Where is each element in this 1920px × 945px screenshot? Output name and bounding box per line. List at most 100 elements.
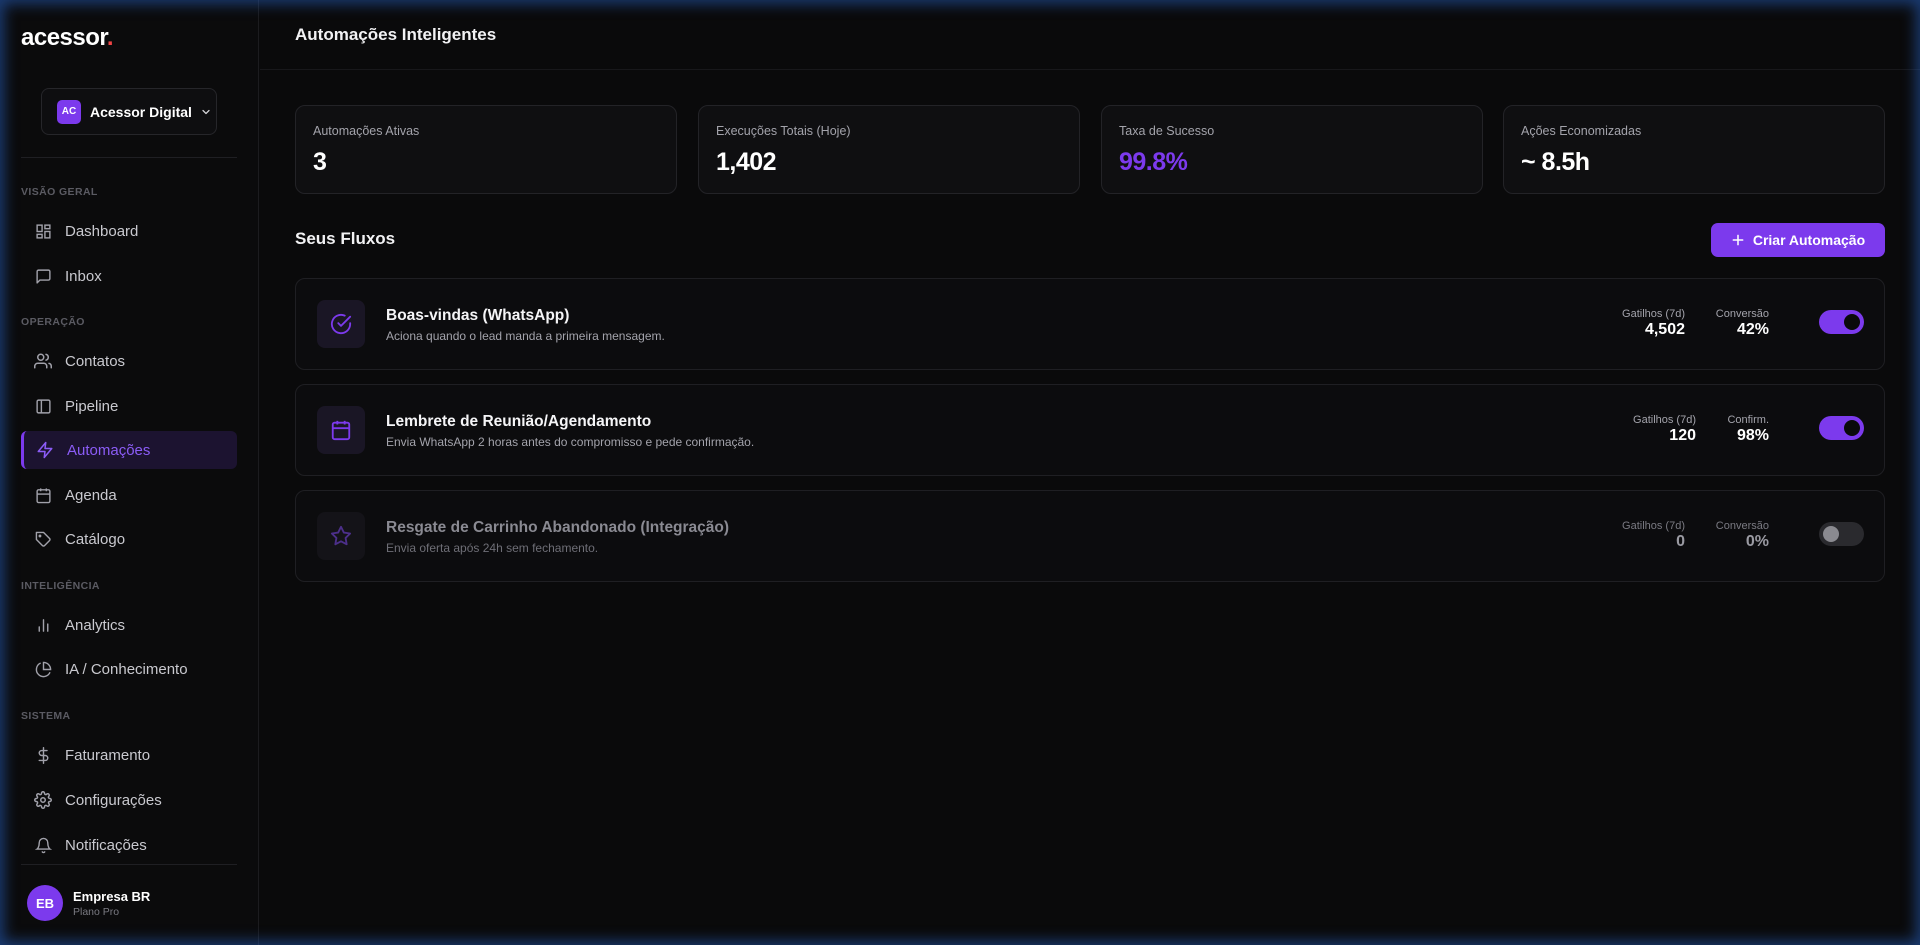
avatar: EB	[27, 885, 63, 921]
sidebar-item-label: Inbox	[65, 267, 102, 285]
sidebar-divider	[21, 157, 237, 158]
chevron-down-icon	[200, 106, 212, 118]
stat-value: 1,402	[716, 148, 777, 176]
flow-title: Lembrete de Reunião/Agendamento	[386, 413, 652, 430]
sidebar-item-inbox[interactable]: Inbox	[21, 257, 237, 295]
stat-label: Taxa de Sucesso	[1119, 124, 1215, 138]
sidebar-item-dashboard[interactable]: Dashboard	[21, 212, 237, 250]
sidebar-item-agenda[interactable]: Agenda	[21, 476, 237, 514]
stat-label: Ações Economizadas	[1521, 124, 1642, 138]
sidebar-item-label: Faturamento	[65, 746, 151, 764]
flow-card-welcome[interactable]: Boas-vindas (WhatsApp) Aciona quando o l…	[295, 278, 1885, 370]
calendar-icon	[34, 486, 52, 504]
sidebar-item-ai-knowledge[interactable]: IA / Conhecimento	[21, 650, 237, 688]
topbar: Automações Inteligentes	[260, 0, 1920, 70]
bar-chart-icon	[34, 616, 52, 634]
tag-icon	[34, 530, 52, 548]
stat-card-active-automations: Automações Ativas 3	[295, 105, 677, 194]
stat-value: 99.8%	[1119, 148, 1188, 176]
metric-value: 120	[1669, 427, 1696, 444]
flow-metric-confirmation: Confirm. 98%	[1727, 414, 1769, 445]
pie-chart-icon	[34, 660, 52, 678]
user-name: Empresa BR	[73, 888, 151, 904]
lightning-icon	[36, 441, 54, 459]
sidebar-item-contacts[interactable]: Contatos	[21, 342, 237, 380]
page-title: Automações Inteligentes	[295, 25, 497, 44]
flow-card-abandoned-cart[interactable]: Resgate de Carrinho Abandonado (Integraç…	[295, 490, 1885, 582]
flow-title: Boas-vindas (WhatsApp)	[386, 307, 570, 324]
sidebar-item-label: Catálogo	[65, 530, 126, 548]
sidebar-item-label: Agenda	[65, 486, 117, 504]
metric-value: 98%	[1736, 427, 1769, 444]
flow-description: Envia oferta após 24h sem fechamento.	[386, 541, 599, 555]
stat-value: 3	[313, 148, 327, 176]
sidebar: acessor. AC Acessor Digital VISÃO GERAL …	[0, 0, 259, 945]
metric-value: 4,502	[1644, 321, 1685, 338]
create-automation-button[interactable]: Criar Automação	[1711, 223, 1885, 257]
stat-card-time-saved: Ações Economizadas ~ 8.5h	[1503, 105, 1885, 194]
sidebar-item-label: Contatos	[65, 352, 126, 370]
flow-title: Resgate de Carrinho Abandonado (Integraç…	[386, 519, 730, 536]
dollar-icon	[34, 746, 52, 764]
plus-icon	[1731, 233, 1745, 247]
workspace-name: Acessor Digital	[90, 103, 192, 120]
flow-description: Envia WhatsApp 2 horas antes do compromi…	[386, 435, 755, 449]
flow-metric-triggers: Gatilhos (7d) 0	[1622, 520, 1685, 551]
section-label-overview: VISÃO GERAL	[21, 186, 98, 198]
flow-toggle[interactable]	[1819, 416, 1864, 440]
brand-logo[interactable]: acessor.	[21, 24, 114, 52]
section-label-system: SISTEMA	[21, 710, 71, 722]
stat-label: Automações Ativas	[313, 124, 420, 138]
workspace-badge: AC	[57, 99, 81, 124]
sidebar-item-settings[interactable]: Configurações	[21, 781, 237, 819]
sidebar-item-notifications[interactable]: Notificações	[21, 826, 237, 864]
section-label-operation: OPERAÇÃO	[21, 316, 85, 328]
workspace-switcher[interactable]: AC Acessor Digital	[41, 88, 217, 135]
flow-toggle[interactable]	[1819, 522, 1864, 546]
stat-card-success-rate: Taxa de Sucesso 99.8%	[1101, 105, 1483, 194]
create-automation-label: Criar Automação	[1752, 232, 1866, 248]
user-profile[interactable]: EB Empresa BR Plano Pro	[27, 885, 150, 921]
flow-card-meeting-reminder[interactable]: Lembrete de Reunião/Agendamento Envia Wh…	[295, 384, 1885, 476]
sidebar-item-label: IA / Conhecimento	[65, 660, 188, 678]
flow-metric-conversion: Conversão 0%	[1716, 520, 1769, 551]
metric-value: 0	[1676, 533, 1685, 550]
sidebar-item-catalog[interactable]: Catálogo	[21, 520, 237, 558]
sidebar-item-label: Automações	[67, 441, 151, 459]
flow-metric-conversion: Conversão 42%	[1716, 308, 1769, 339]
stat-label: Execuções Totais (Hoje)	[716, 124, 851, 138]
stat-card-total-executions: Execuções Totais (Hoje) 1,402	[698, 105, 1080, 194]
flow-toggle[interactable]	[1819, 310, 1864, 334]
sidebar-item-label: Notificações	[65, 836, 147, 854]
sidebar-item-automations[interactable]: Automações	[21, 431, 237, 469]
brand-dot: .	[106, 24, 114, 51]
sidebar-item-label: Dashboard	[65, 222, 139, 240]
metric-label: Confirm.	[1727, 414, 1769, 426]
grid-icon	[34, 222, 52, 240]
stat-value: ~ 8.5h	[1521, 148, 1590, 176]
sidebar-item-billing[interactable]: Faturamento	[21, 736, 237, 774]
metric-value: 42%	[1736, 321, 1769, 338]
calendar-icon	[317, 406, 365, 454]
flow-metric-triggers: Gatilhos (7d) 4,502	[1622, 308, 1685, 339]
check-circle-icon	[317, 300, 365, 348]
sidebar-item-label: Analytics	[65, 616, 126, 634]
sidebar-item-pipeline[interactable]: Pipeline	[21, 387, 237, 425]
flow-metric-triggers: Gatilhos (7d) 120	[1633, 414, 1696, 445]
message-icon	[34, 267, 52, 285]
user-plan: Plano Pro	[73, 905, 120, 918]
columns-icon	[34, 397, 52, 415]
metric-value: 0%	[1745, 533, 1769, 550]
sidebar-item-label: Configurações	[65, 791, 162, 809]
metric-label: Gatilhos (7d)	[1622, 520, 1685, 532]
flows-section-title: Seus Fluxos	[295, 229, 396, 248]
sidebar-item-analytics[interactable]: Analytics	[21, 606, 237, 644]
sidebar-item-label: Pipeline	[65, 397, 119, 415]
star-icon	[317, 512, 365, 560]
users-icon	[34, 352, 52, 370]
section-label-intelligence: INTELIGÊNCIA	[21, 580, 100, 592]
metric-label: Conversão	[1715, 308, 1769, 320]
flow-description: Aciona quando o lead manda a primeira me…	[386, 329, 665, 343]
metric-label: Gatilhos (7d)	[1633, 414, 1696, 426]
bell-icon	[34, 836, 52, 854]
